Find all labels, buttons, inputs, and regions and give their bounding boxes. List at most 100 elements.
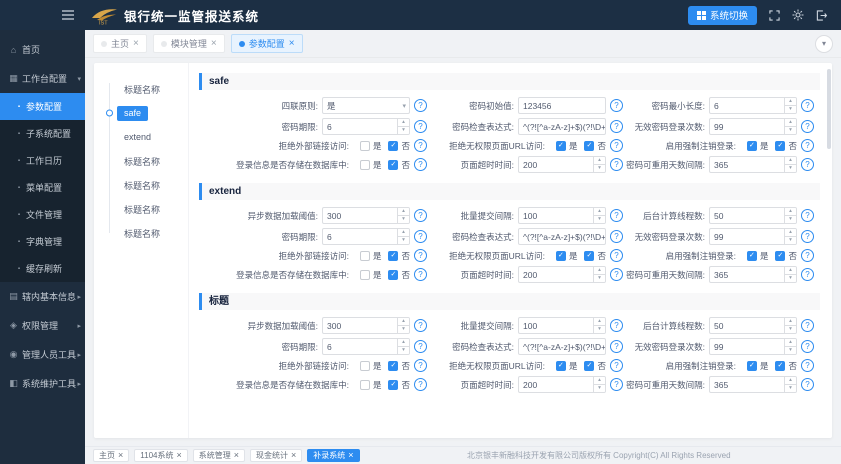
stepper-field[interactable]: 100▴▾: [518, 317, 606, 334]
decrease-icon[interactable]: ▾: [785, 275, 796, 282]
increase-icon[interactable]: ▴: [398, 229, 409, 237]
checkbox-yes[interactable]: [360, 361, 370, 371]
anchor-item[interactable]: safe: [106, 101, 186, 125]
stepper-field[interactable]: 365▴▾: [709, 376, 797, 393]
stepper-buttons[interactable]: ▴▾: [593, 157, 605, 172]
increase-icon[interactable]: ▴: [785, 229, 796, 237]
sidebar-subitem[interactable]: ▪缓存刷新: [0, 255, 85, 282]
sidebar-subitem[interactable]: ▪文件管理: [0, 201, 85, 228]
stepper-field[interactable]: 300▴▾: [322, 317, 410, 334]
decrease-icon[interactable]: ▾: [785, 127, 796, 134]
anchor-item[interactable]: extend: [106, 125, 186, 149]
help-icon[interactable]: ?: [610, 340, 623, 353]
stepper-buttons[interactable]: ▴▾: [784, 157, 796, 172]
stepper-buttons[interactable]: ▴▾: [784, 229, 796, 244]
stepper-field[interactable]: 99▴▾: [709, 228, 797, 245]
stepper-buttons[interactable]: ▴▾: [784, 339, 796, 354]
input-field[interactable]: ^(?![^a-zA-z]+$)(?!\D+$)[0-9A-Z]: [518, 118, 606, 135]
checkbox-no[interactable]: ✓: [388, 251, 398, 261]
stepper-field[interactable]: 365▴▾: [709, 266, 797, 283]
help-icon[interactable]: ?: [414, 319, 427, 332]
decrease-icon[interactable]: ▾: [785, 216, 796, 223]
checkbox-no[interactable]: ✓: [388, 270, 398, 280]
help-icon[interactable]: ?: [414, 139, 427, 152]
decrease-icon[interactable]: ▾: [785, 385, 796, 392]
tab-options-button[interactable]: ▾: [815, 35, 833, 53]
help-icon[interactable]: ?: [610, 120, 623, 133]
stepper-field[interactable]: 200▴▾: [518, 266, 606, 283]
decrease-icon[interactable]: ▾: [398, 127, 409, 134]
decrease-icon[interactable]: ▾: [594, 326, 605, 333]
close-icon[interactable]: ×: [133, 39, 139, 49]
help-icon[interactable]: ?: [414, 378, 427, 391]
increase-icon[interactable]: ▴: [398, 119, 409, 127]
help-icon[interactable]: ?: [610, 209, 623, 222]
decrease-icon[interactable]: ▾: [398, 216, 409, 223]
help-icon[interactable]: ?: [610, 230, 623, 243]
stepper-buttons[interactable]: ▴▾: [397, 229, 409, 244]
help-icon[interactable]: ?: [414, 209, 427, 222]
checkbox-yes[interactable]: [360, 160, 370, 170]
stepper-field[interactable]: 365▴▾: [709, 156, 797, 173]
tab-参数配置[interactable]: 参数配置×: [231, 34, 303, 53]
increase-icon[interactable]: ▴: [398, 208, 409, 216]
stepper-buttons[interactable]: ▴▾: [397, 119, 409, 134]
increase-icon[interactable]: ▴: [785, 267, 796, 275]
help-icon[interactable]: ?: [610, 249, 623, 262]
stepper-field[interactable]: 99▴▾: [709, 338, 797, 355]
help-icon[interactable]: ?: [414, 359, 427, 372]
stepper-field[interactable]: 50▴▾: [709, 317, 797, 334]
increase-icon[interactable]: ▴: [594, 318, 605, 326]
checkbox-no[interactable]: ✓: [775, 141, 785, 151]
scrollbar[interactable]: [826, 67, 831, 434]
stepper-field[interactable]: 200▴▾: [518, 156, 606, 173]
help-icon[interactable]: ?: [610, 268, 623, 281]
sidebar-subitem[interactable]: ▪字典管理: [0, 228, 85, 255]
sidebar-subitem[interactable]: ▪工作日历: [0, 147, 85, 174]
stepper-buttons[interactable]: ▴▾: [784, 119, 796, 134]
help-icon[interactable]: ?: [610, 158, 623, 171]
stepper-buttons[interactable]: ▴▾: [593, 208, 605, 223]
decrease-icon[interactable]: ▾: [398, 326, 409, 333]
close-icon[interactable]: ×: [211, 39, 217, 49]
decrease-icon[interactable]: ▾: [785, 237, 796, 244]
stepper-field[interactable]: 6▴▾: [322, 338, 410, 355]
increase-icon[interactable]: ▴: [594, 267, 605, 275]
help-icon[interactable]: ?: [414, 268, 427, 281]
checkbox-no[interactable]: ✓: [775, 361, 785, 371]
help-icon[interactable]: ?: [801, 209, 814, 222]
increase-icon[interactable]: ▴: [594, 208, 605, 216]
checkbox-no[interactable]: ✓: [584, 141, 594, 151]
checkbox-yes[interactable]: ✓: [747, 361, 757, 371]
checkbox-yes[interactable]: ✓: [747, 141, 757, 151]
anchor-item[interactable]: 标题名称: [106, 77, 186, 101]
sidebar-subitem[interactable]: ▪菜单配置: [0, 174, 85, 201]
scrollbar-thumb[interactable]: [827, 69, 831, 149]
stepper-field[interactable]: 100▴▾: [518, 207, 606, 224]
help-icon[interactable]: ?: [610, 378, 623, 391]
checkbox-yes[interactable]: ✓: [556, 141, 566, 151]
fullscreen-icon[interactable]: [769, 10, 780, 21]
stepper-field[interactable]: 50▴▾: [709, 207, 797, 224]
stepper-buttons[interactable]: ▴▾: [784, 267, 796, 282]
input-field[interactable]: ^(?![^a-zA-z]+$)(?!\D+$)[0-9A-Z]: [518, 228, 606, 245]
close-icon[interactable]: ×: [348, 451, 353, 460]
decrease-icon[interactable]: ▾: [398, 237, 409, 244]
stepper-field[interactable]: 6▴▾: [709, 97, 797, 114]
increase-icon[interactable]: ▴: [398, 339, 409, 347]
close-icon[interactable]: ×: [118, 451, 123, 460]
decrease-icon[interactable]: ▾: [785, 326, 796, 333]
help-icon[interactable]: ?: [801, 359, 814, 372]
help-icon[interactable]: ?: [801, 139, 814, 152]
anchor-item[interactable]: 标题名称: [106, 221, 186, 245]
decrease-icon[interactable]: ▾: [785, 347, 796, 354]
decrease-icon[interactable]: ▾: [594, 275, 605, 282]
anchor-item[interactable]: 标题名称: [106, 173, 186, 197]
help-icon[interactable]: ?: [610, 359, 623, 372]
help-icon[interactable]: ?: [414, 158, 427, 171]
system-switch-button[interactable]: 系统切换: [688, 6, 757, 25]
help-icon[interactable]: ?: [801, 230, 814, 243]
increase-icon[interactable]: ▴: [594, 157, 605, 165]
stepper-buttons[interactable]: ▴▾: [784, 98, 796, 113]
stepper-field[interactable]: 6▴▾: [322, 228, 410, 245]
